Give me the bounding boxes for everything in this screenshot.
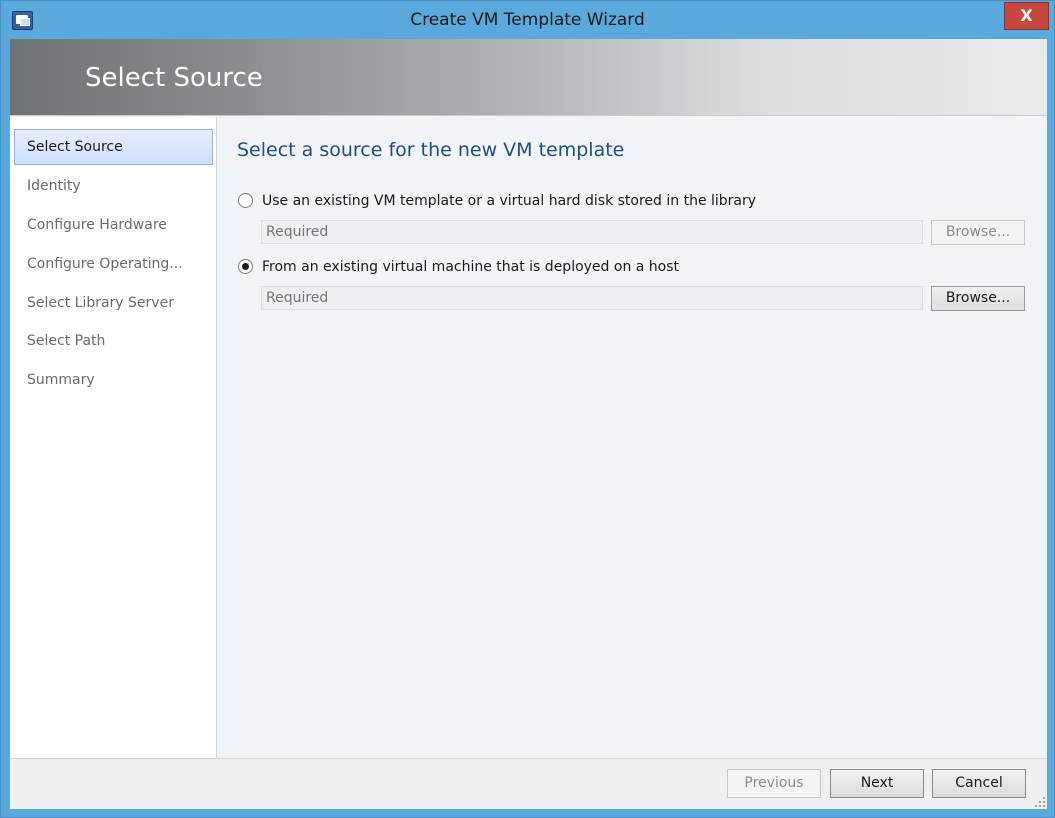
previous-button[interactable]: Previous [727,769,821,798]
nav-step-label: Summary [27,372,95,388]
host-vm-source-radio[interactable] [238,259,253,274]
page-title: Select Source [85,63,263,93]
title-bar[interactable]: Create VM Template Wizard X [1,1,1054,39]
resize-grip-icon[interactable] [1033,795,1045,807]
wizard-footer: Previous Next Cancel [10,758,1047,809]
host-vm-source-field[interactable] [261,286,923,310]
nav-step-select-path[interactable]: Select Path [14,323,213,359]
window-title: Create VM Template Wizard [410,10,645,30]
main-content: Select a source for the new VM template … [217,117,1047,758]
nav-step-select-source[interactable]: Select Source [14,129,213,165]
cancel-button[interactable]: Cancel [932,769,1026,798]
wizard-client-area: Select Source Select Source Identity Con… [10,39,1047,809]
close-button[interactable]: X [1004,2,1049,30]
wizard-window: Create VM Template Wizard X Select Sourc… [0,0,1055,818]
nav-step-label: Select Library Server [27,295,174,311]
header-banner: Select Source [10,39,1047,116]
library-source-radio[interactable] [238,193,253,208]
next-button[interactable]: Next [830,769,924,798]
nav-step-label: Identity [27,178,81,194]
nav-step-label: Select Source [27,139,123,155]
nav-step-summary[interactable]: Summary [14,362,213,398]
nav-step-identity[interactable]: Identity [14,168,213,204]
nav-step-configure-hardware[interactable]: Configure Hardware [14,207,213,243]
host-vm-source-label: From an existing virtual machine that is… [262,259,680,275]
host-vm-browse-button[interactable]: Browse... [931,286,1025,311]
close-icon: X [1020,6,1033,25]
wizard-steps-nav: Select Source Identity Configure Hardwar… [10,117,217,758]
nav-step-label: Select Path [27,333,106,349]
nav-step-label: Configure Operating... [27,256,183,272]
library-source-field[interactable] [261,220,923,244]
nav-step-select-library-server[interactable]: Select Library Server [14,285,213,321]
library-source-label: Use an existing VM template or a virtual… [262,193,757,209]
nav-step-label: Configure Hardware [27,217,167,233]
section-heading: Select a source for the new VM template [237,139,625,161]
library-browse-button[interactable]: Browse... [931,220,1025,245]
nav-step-configure-operating-system[interactable]: Configure Operating... [14,246,213,282]
radio-selected-dot [242,263,249,270]
